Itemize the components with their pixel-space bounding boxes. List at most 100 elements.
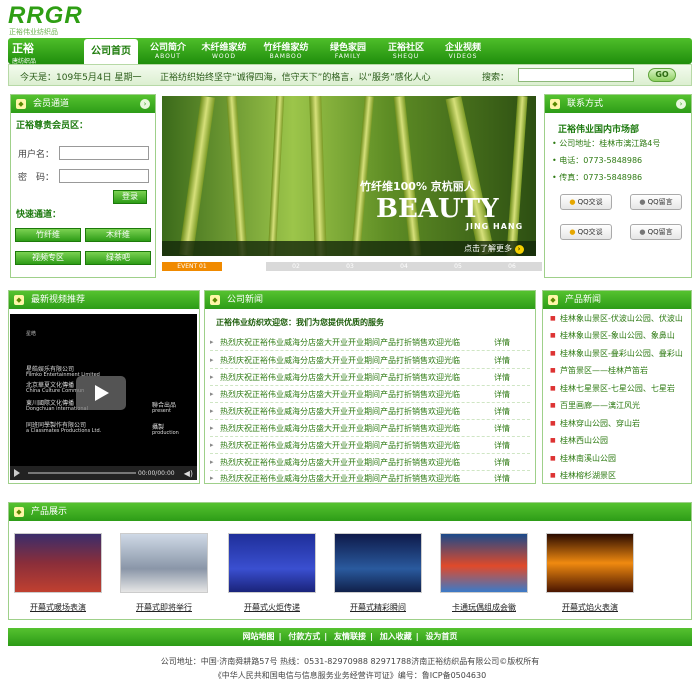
product-image-6[interactable] <box>546 533 634 593</box>
nav-label: 绿色家园 <box>329 43 366 53</box>
contact-phone: • 电话：0773-5848986 <box>552 156 643 165</box>
products-title: 产品展示 <box>31 507 68 517</box>
news-detail-link[interactable]: 详情 <box>494 334 510 351</box>
news-detail-link[interactable]: 详情 <box>494 386 510 403</box>
play-button[interactable] <box>76 376 126 410</box>
news-item[interactable]: 热烈庆祝正裕伟业威海分店盛大开业开业期间产品打折销售欢迎光临 详情 <box>210 437 530 454</box>
qq-message-button-1[interactable]: ● QQ留言 <box>630 194 682 210</box>
slide-tab-1[interactable]: EVENT 01 <box>162 262 222 271</box>
news-item[interactable]: 热烈庆祝正裕伟业威海分店盛大开业开业期间产品打折销售欢迎光临 详情 <box>210 420 530 437</box>
product-news-item[interactable]: 桂林南溪山公园 <box>548 450 690 467</box>
contact-fax-text: 传真：0773-5848986 <box>559 173 643 182</box>
contact-fax: • 传真：0773-5848986 <box>552 173 643 182</box>
video-panel-header: ◆ 最新视频推荐 <box>9 291 199 309</box>
news-item[interactable]: 热烈庆祝正裕伟业威海分店盛大开业开业期间产品打折销售欢迎光临 详情 <box>210 403 530 420</box>
slide-tab-5[interactable]: 05 <box>428 262 488 271</box>
product-image-2[interactable] <box>120 533 208 593</box>
product-news-item[interactable]: 桂林西山公园 <box>548 432 690 449</box>
nav-family[interactable]: 绿色家园 FAMILY <box>324 40 372 60</box>
qq-chat-button-2[interactable]: ● QQ交谈 <box>560 224 612 240</box>
news-detail-link[interactable]: 详情 <box>494 352 510 369</box>
search-input[interactable] <box>518 68 634 82</box>
nav-videos[interactable]: 企业视频 VIDEOS <box>440 40 486 60</box>
product-image-4[interactable] <box>334 533 422 593</box>
product-news-item[interactable]: 百里画廊——漓江风光 <box>548 397 690 414</box>
product-image-5[interactable] <box>440 533 528 593</box>
nav-home[interactable]: 公司首页 <box>84 39 138 64</box>
product-news-item[interactable]: 桂林穿山公园、穿山岩 <box>548 415 690 432</box>
footer-sitemap[interactable]: 网站地图 <box>243 632 275 641</box>
quick-wood[interactable]: 木纤维 <box>85 228 151 242</box>
slide-tab-2[interactable]: 02 <box>266 262 326 271</box>
product-caption-6[interactable]: 开幕式焰火表演 <box>540 602 640 613</box>
username-input[interactable] <box>59 146 149 160</box>
nav-wood[interactable]: 木纤维家纺 WOOD <box>196 40 252 60</box>
arrow-right-icon[interactable]: › <box>140 99 150 109</box>
slide-tab-3[interactable]: 03 <box>320 262 380 271</box>
news-detail-link[interactable]: 详情 <box>494 454 510 471</box>
news-detail-link[interactable]: 详情 <box>494 437 510 454</box>
product-news-item[interactable]: 桂林榕杉湖景区 <box>548 467 690 484</box>
password-input[interactable] <box>59 169 149 183</box>
play-small-icon[interactable] <box>14 469 20 477</box>
video-progress[interactable] <box>28 472 136 474</box>
volume-icon[interactable]: ◀) <box>184 469 193 478</box>
product-image-1[interactable] <box>14 533 102 593</box>
nav-about[interactable]: 公司简介 ABOUT <box>146 40 190 60</box>
product-caption-4[interactable]: 开幕式精彩瞬间 <box>328 602 428 613</box>
news-item[interactable]: 热烈庆祝正裕伟业威海分店盛大开业开业期间产品打折销售欢迎光临 详情 <box>210 386 530 403</box>
product-news-item[interactable]: 芦笛景区——桂林芦笛岩 <box>548 362 690 379</box>
product-caption-2[interactable]: 开幕式即将举行 <box>114 602 214 613</box>
bamboo-banner[interactable] <box>162 96 536 256</box>
product-caption-5[interactable]: 卡通玩偶组成会徽 <box>434 602 534 613</box>
video-player[interactable]: 星皓 星皓娱乐有限公司 Filmko Entertainment Limited… <box>10 314 197 480</box>
product-caption-3[interactable]: 开幕式火炬传递 <box>222 602 322 613</box>
footer-payment[interactable]: 付款方式 <box>288 632 320 641</box>
news-detail-link[interactable]: 详情 <box>494 403 510 420</box>
nav-shequ[interactable]: 正裕社区 SHEQU <box>382 40 430 60</box>
arrow-circle-icon: › <box>514 245 524 254</box>
news-detail-link[interactable]: 详情 <box>494 369 510 386</box>
login-button[interactable]: 登录 <box>113 190 147 204</box>
quick-video[interactable]: 视频专区 <box>15 251 81 265</box>
slide-tab-4[interactable]: 04 <box>374 262 434 271</box>
news-detail-link[interactable]: 详情 <box>494 470 510 487</box>
news-item[interactable]: 热烈庆祝正裕伟业威海分店盛大开业开业期间产品打折销售欢迎光临 详情 <box>210 454 530 471</box>
news-item[interactable]: 热烈庆祝正裕伟业威海分店盛大开业开业期间产品打折销售欢迎光临 详情 <box>210 334 530 351</box>
footer-links[interactable]: 友情联接 <box>334 632 366 641</box>
product-news-item[interactable]: 桂林七星景区-七星公园、七星岩 <box>548 380 690 397</box>
product-news-item[interactable]: 桂林象山景区-叠彩山公园、叠彩山 <box>548 345 690 362</box>
film-icon: ◆ <box>14 295 24 305</box>
arrow-right-icon[interactable]: › <box>676 99 686 109</box>
contact-phone-text: 电话：0773-5848986 <box>559 156 643 165</box>
footer-favorite[interactable]: 加入收藏 <box>380 632 412 641</box>
slide-tab-6[interactable]: 06 <box>482 262 542 271</box>
footer-homepage[interactable]: 设为首页 <box>425 632 457 641</box>
qq-chat-button-1[interactable]: ● QQ交谈 <box>560 194 612 210</box>
search-go-button[interactable]: GO <box>648 68 676 82</box>
product-news-item[interactable]: 桂林象山景区-象山公园、象鼻山 <box>548 327 690 344</box>
video-time: 00:00/00:00 <box>138 470 175 477</box>
nav-en: FAMILY <box>334 53 362 60</box>
box-icon: ◆ <box>14 507 24 517</box>
news-title: 公司新闻 <box>227 295 264 305</box>
products-header: ◆ 产品展示 <box>9 503 691 521</box>
quick-bamboo[interactable]: 竹纤维 <box>15 228 81 242</box>
contact-address-text: 公司地址：桂林市漓江路4号 <box>559 139 661 148</box>
product-image-3[interactable] <box>228 533 316 593</box>
password-label: 密 码： <box>18 173 55 183</box>
contact-address: • 公司地址：桂林市漓江路4号 <box>552 139 661 148</box>
news-item[interactable]: 热烈庆祝正裕伟业威海分店盛大开业开业期间产品打折销售欢迎光临 详情 <box>210 470 530 487</box>
news-item[interactable]: 热烈庆祝正裕伟业威海分店盛大开业开业期间产品打折销售欢迎光临 详情 <box>210 369 530 386</box>
news-item[interactable]: 热烈庆祝正裕伟业威海分店盛大开业开业期间产品打折销售欢迎光临 详情 <box>210 352 530 369</box>
qq-chat-label: QQ交谈 <box>577 198 603 206</box>
product-caption-1[interactable]: 开幕式暖场表演 <box>8 602 108 613</box>
banner-more-link[interactable]: 点击了解更多 › <box>464 243 524 254</box>
penguin-icon: ● <box>639 228 646 236</box>
site-logo[interactable]: RRGR <box>8 2 83 30</box>
qq-message-button-2[interactable]: ● QQ留言 <box>630 224 682 240</box>
news-detail-link[interactable]: 详情 <box>494 420 510 437</box>
product-news-item[interactable]: 桂林象山景区-伏波山公园、伏波山 <box>548 310 690 327</box>
quick-tea[interactable]: 绿茶吧 <box>85 251 151 265</box>
nav-bamboo[interactable]: 竹纤维家纺 BAMBOO <box>258 40 314 60</box>
